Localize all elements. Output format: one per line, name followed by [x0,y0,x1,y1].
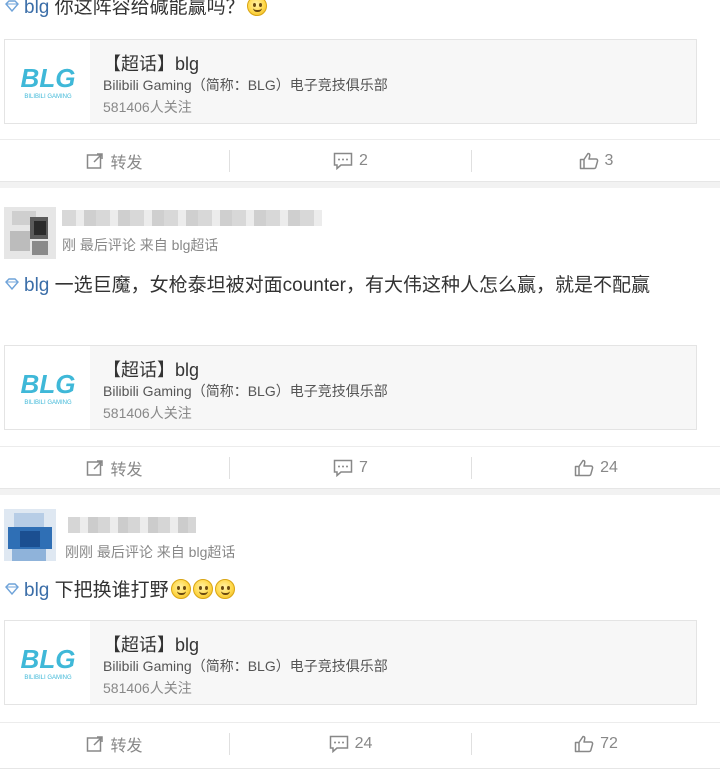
card-desc: Bilibili Gaming（简称：BLG）电子竞技俱乐部 [103,77,388,93]
avatar[interactable] [4,509,56,561]
avatar[interactable] [4,207,56,259]
smile-emoji-icon [170,579,191,600]
thumbs-up-icon [574,459,594,477]
like-count: 3 [604,152,614,169]
comment-count: 7 [359,459,368,476]
svg-text:BILIBILI GAMING: BILIBILI GAMING [24,400,72,406]
smile-emoji-icon [192,579,213,600]
post-text: blg 一选巨魔，女枪泰坦被对面counter，有大伟这种人怎么赢，就是不配赢 [4,270,704,302]
username-blurred[interactable] [62,210,322,226]
action-bar: 转发 7 24 [0,446,720,488]
like-count: 72 [600,735,618,752]
smile-emoji-icon [214,579,235,600]
thumbs-up-icon [574,735,594,753]
card-desc: Bilibili Gaming（简称：BLG）电子竞技俱乐部 [103,658,388,674]
svg-text:BLG: BLG [20,63,75,93]
comment-icon [333,152,353,170]
blg-logo: BLG BILIBILI GAMING [5,346,90,429]
card-desc: Bilibili Gaming（简称：BLG）电子竞技俱乐部 [103,383,388,399]
repost-label: 转发 [110,155,143,172]
thumbs-up-icon [579,152,598,170]
topic-card[interactable]: BLG BILIBILI GAMING 【超话】blg Bilibili Gami… [4,620,697,705]
comment-icon [333,459,353,477]
comment-count: 2 [359,152,368,169]
post-meta: 刚刚 最后评论 来自 blg超话 [65,544,236,560]
blg-logo: BLG BILIBILI GAMING [5,40,90,123]
svg-text:BLG: BLG [20,369,75,399]
topic-link[interactable]: blg [24,0,49,18]
card-title: 【超话】blg [103,360,200,380]
post-1: blg 你这阵容给碱能赢吗？ BLG BILIBILI GAMING 【超话】bl… [0,0,720,182]
repost-button[interactable]: 转发 [0,723,229,765]
post-meta: 刚 最后评论 来自 blg超话 [62,237,219,253]
repost-label: 转发 [110,738,143,755]
like-count: 24 [600,459,618,476]
smile-emoji-icon [246,0,267,17]
action-bar: 转发 2 3 [0,139,720,181]
repost-icon [87,736,104,752]
comment-button[interactable]: 24 [230,723,471,765]
post-body: 下把换谁打野 [49,580,169,601]
post-2: 刚 最后评论 来自 blg超话 blg 一选巨魔，女枪泰坦被对面counter，… [0,188,720,489]
card-followers: 581406人关注 [103,99,192,115]
card-followers: 581406人关注 [103,405,192,421]
svg-text:BILIBILI GAMING: BILIBILI GAMING [24,675,72,681]
topic-link[interactable]: blg [24,275,49,296]
super-topic-gem-icon [5,583,19,595]
username-blurred[interactable] [68,517,196,533]
post-text: blg 下把换谁打野 [4,575,704,607]
post-body: 一选巨魔，女枪泰坦被对面counter，有大伟这种人怎么赢，就是不配赢 [49,275,651,296]
like-button[interactable]: 24 [472,447,720,489]
repost-icon [87,460,104,476]
weibo-feed: blg 你这阵容给碱能赢吗？ BLG BILIBILI GAMING 【超话】bl… [0,0,720,769]
svg-text:BLG: BLG [20,644,75,674]
svg-text:BILIBILI GAMING: BILIBILI GAMING [24,94,72,100]
like-button[interactable]: 72 [472,723,720,765]
repost-button[interactable]: 转发 [0,447,229,489]
card-title: 【超话】blg [103,635,200,655]
repost-icon [87,153,104,169]
comment-icon [329,735,348,753]
post-3: 刚刚 最后评论 来自 blg超话 blg 下把换谁打野 BLG BILIBILI … [0,495,720,769]
comment-button[interactable]: 7 [230,447,471,489]
blg-logo: BLG BILIBILI GAMING [5,621,90,704]
repost-label: 转发 [110,462,143,479]
comment-count: 24 [354,735,373,752]
card-title: 【超话】blg [103,54,200,74]
super-topic-gem-icon [5,278,19,290]
topic-link[interactable]: blg [24,580,49,601]
super-topic-gem-icon [5,0,19,12]
action-bar: 转发 24 72 [0,722,720,764]
post-text: blg 你这阵容给碱能赢吗？ [4,0,704,24]
comment-button[interactable]: 2 [230,140,471,182]
topic-card[interactable]: BLG BILIBILI GAMING 【超话】blg Bilibili Gami… [4,39,697,124]
card-followers: 581406人关注 [103,680,192,696]
topic-card[interactable]: BLG BILIBILI GAMING 【超话】blg Bilibili Gami… [4,345,697,430]
repost-button[interactable]: 转发 [0,140,229,182]
post-body: 你这阵容给碱能赢吗？ [49,0,245,18]
like-button[interactable]: 3 [472,140,720,182]
